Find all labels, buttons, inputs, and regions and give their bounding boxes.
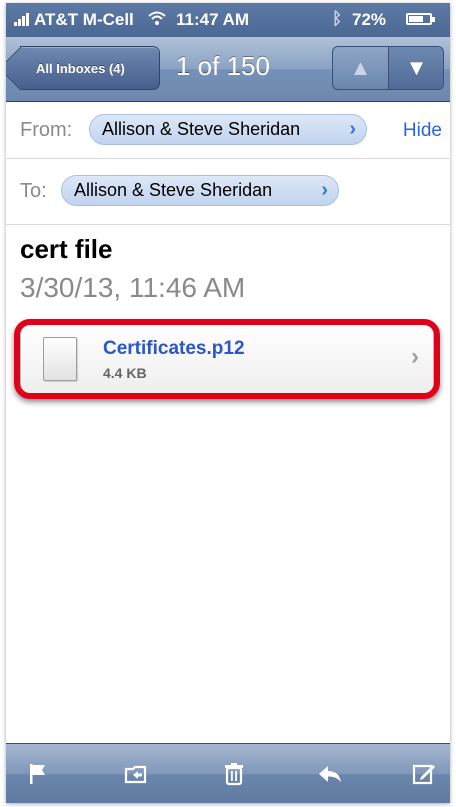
down-arrow-icon: ▼: [405, 55, 428, 80]
to-label: To:: [20, 180, 47, 202]
signal-icon: [14, 12, 32, 26]
clock: 11:47 AM: [176, 10, 250, 29]
attachment-filename: Certificates.p12: [103, 338, 245, 359]
attachment-row[interactable]: Certificates.p12 4.4 KB ›: [20, 324, 434, 394]
previous-message-button[interactable]: ▲: [333, 47, 389, 89]
message-navigation-control: ▲ ▼: [332, 46, 444, 90]
bottom-toolbar: [6, 743, 450, 803]
to-row: To: Allison & Steve Sheridan ›: [6, 158, 450, 225]
wifi-icon: [148, 9, 166, 30]
reply-button[interactable]: [312, 756, 348, 792]
battery-icon: [406, 13, 435, 25]
navigation-bar: All Inboxes (4) 1 of 150 ▲ ▼: [6, 37, 450, 102]
flag-icon: [30, 764, 45, 784]
phone-screen: AT&T M-Cell 11:47 AM ᛒ 72% All Inboxes (…: [6, 3, 450, 803]
from-contact-name: Allison & Steve Sheridan: [102, 119, 301, 139]
message-date: 3/30/13, 11:46 AM: [20, 272, 246, 303]
carrier-name: AT&T M-Cell: [34, 10, 134, 29]
hide-details-link[interactable]: Hide: [403, 120, 442, 142]
from-label: From:: [20, 119, 73, 141]
bluetooth-icon: ᛒ: [332, 9, 343, 28]
trash-button[interactable]: [216, 756, 252, 792]
all-inboxes-back-button[interactable]: All Inboxes (4): [20, 46, 160, 90]
reply-icon: [319, 766, 341, 782]
move-folder-icon: [124, 765, 147, 784]
compose-button[interactable]: [406, 756, 442, 792]
to-contact-name: Allison & Steve Sheridan: [74, 180, 273, 200]
from-row: From: Allison & Steve Sheridan › Hide: [6, 101, 450, 159]
message-subject: cert file: [20, 234, 113, 264]
from-contact-pill[interactable]: Allison & Steve Sheridan ›: [89, 114, 367, 145]
trash-icon: [225, 763, 243, 786]
battery-percent: 72%: [352, 10, 387, 29]
chevron-right-icon: ›: [349, 118, 356, 140]
document-icon: [43, 337, 77, 381]
message-position-title: 1 of 150: [176, 51, 270, 81]
status-bar: AT&T M-Cell 11:47 AM ᛒ 72%: [6, 3, 450, 37]
move-button[interactable]: [118, 756, 154, 792]
chevron-right-icon: ›: [321, 179, 328, 201]
back-button-label: All Inboxes (4): [36, 60, 125, 76]
compose-icon: [412, 764, 435, 785]
attachment-size: 4.4 KB: [103, 365, 147, 381]
next-message-button[interactable]: ▼: [389, 47, 443, 89]
up-arrow-icon: ▲: [349, 55, 372, 80]
to-contact-pill[interactable]: Allison & Steve Sheridan ›: [61, 175, 339, 206]
chevron-right-icon: ›: [411, 343, 419, 370]
flag-button[interactable]: [20, 756, 56, 792]
